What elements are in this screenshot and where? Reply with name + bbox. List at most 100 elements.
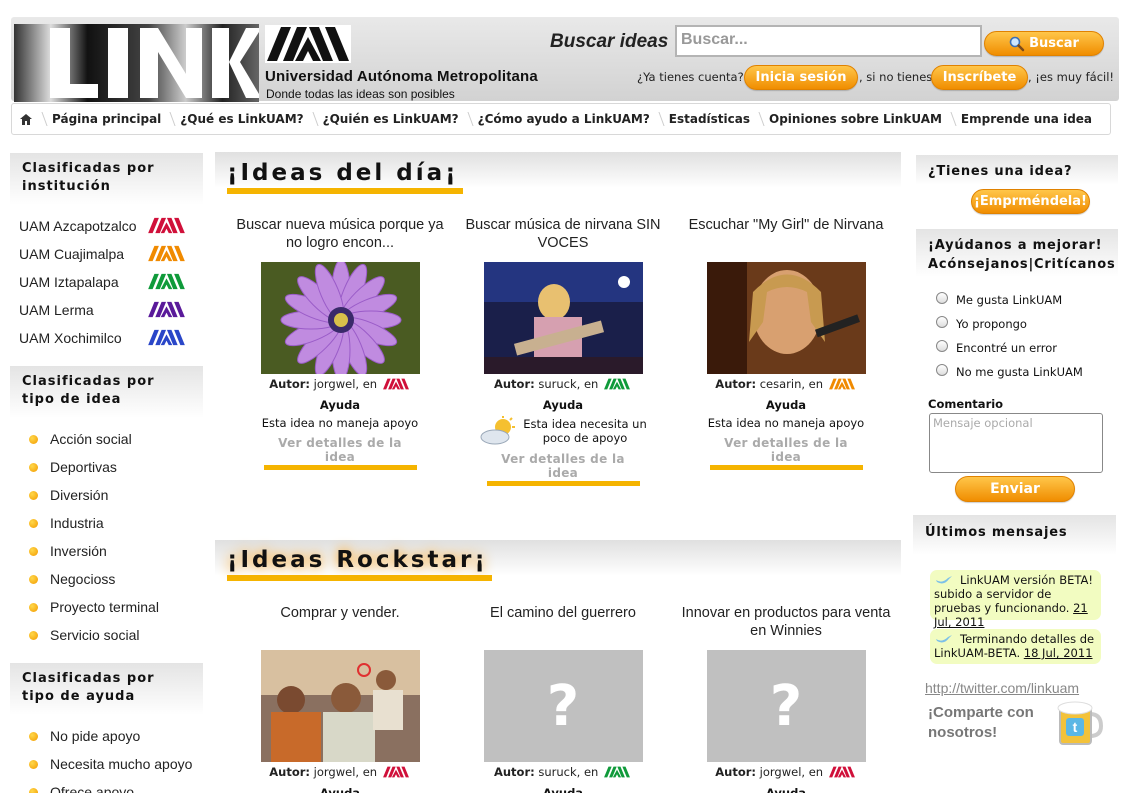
- feedback-option[interactable]: Me gusta LinkUAM: [936, 292, 1062, 307]
- idea-image[interactable]: [706, 262, 866, 374]
- uam-logo-icon: [146, 301, 187, 322]
- nav-item-what[interactable]: ¿Qué es LinkUAM?: [170, 104, 312, 134]
- twitter-link[interactable]: http://twitter.com/linkuam: [925, 680, 1079, 696]
- uam-logo: [265, 25, 351, 67]
- idea-type-item[interactable]: Inversión: [29, 537, 199, 565]
- idea-card: Buscar música de nirvana SIN VOCES Autor:…: [458, 216, 668, 486]
- author-name: suruck, en: [538, 377, 599, 391]
- link-logo[interactable]: [14, 24, 259, 102]
- feedback-option[interactable]: Yo propongo: [936, 316, 1027, 331]
- bullet-icon: [29, 759, 38, 769]
- help-type-item[interactable]: Ofrece apoyo: [29, 778, 204, 793]
- login-button[interactable]: Inicia sesión: [744, 65, 858, 90]
- bullet-icon: [29, 434, 38, 444]
- idea-help-label: Ayuda: [542, 398, 584, 412]
- ideas-day-title: ¡Ideas del día¡: [227, 158, 463, 194]
- radio-button[interactable]: [936, 340, 948, 352]
- share-line1: ¡Comparte con: [928, 704, 1034, 721]
- emprende-button[interactable]: ¡Emprméndela!: [971, 189, 1090, 214]
- idea-type-item[interactable]: Proyecto terminal: [29, 593, 199, 621]
- idea-type-label: Deportivas: [50, 459, 117, 475]
- author-label: Autor:: [493, 377, 535, 391]
- idea-type-item[interactable]: Servicio social: [29, 621, 199, 649]
- idea-type-heading: Clasificadas por tipo de idea: [10, 366, 203, 418]
- idea-title[interactable]: Comprar y vender.: [235, 604, 445, 640]
- institution-logo-icon: [381, 378, 411, 393]
- idea-card: Comprar y vender. Autor: jorgwel, en Ayud…: [235, 604, 445, 793]
- support-text: Esta idea no maneja apoyo: [261, 416, 419, 430]
- bullet-icon: [29, 546, 38, 556]
- search-button[interactable]: Buscar: [984, 31, 1104, 56]
- nav-item-emprende[interactable]: Emprende una idea: [951, 104, 1101, 134]
- page: Universidad Autónoma Metropolitana Donde…: [0, 0, 1130, 793]
- idea-image[interactable]: [260, 262, 420, 374]
- idea-details-link[interactable]: Ver detalles de la idea: [709, 436, 863, 470]
- idea-help-label: Ayuda: [542, 786, 584, 793]
- help-type-label: Ofrece apoyo: [50, 784, 135, 793]
- idea-type-item[interactable]: Acción social: [29, 425, 199, 453]
- comment-textarea[interactable]: Mensaje opcional: [929, 413, 1103, 473]
- idea-image[interactable]: [260, 650, 420, 762]
- tweet-item: LinkUAM versión BETA! subido a servidor …: [930, 570, 1101, 629]
- bullet-icon: [29, 574, 38, 584]
- idea-image[interactable]: ?: [706, 650, 866, 762]
- uam-logo-icon: [146, 217, 187, 238]
- idea-author: Autor: suruck, en: [458, 377, 668, 393]
- help-type-item[interactable]: No pide apoyo: [29, 722, 204, 750]
- uam-logo-icon: [146, 273, 187, 294]
- idea-author: Autor: jorgwel, en: [235, 765, 445, 781]
- send-button[interactable]: Enviar: [955, 476, 1075, 502]
- twitter-bird-icon: [936, 576, 952, 584]
- nav-item-how[interactable]: ¿Cómo ayudo a LinkUAM?: [468, 104, 659, 134]
- improve-heading-line1: ¡Ayúdanos a mejorar!: [928, 238, 1103, 253]
- idea-details-link[interactable]: Ver detalles de la idea: [263, 436, 417, 470]
- home-icon: [20, 113, 32, 125]
- nav-item-opinions[interactable]: Opiniones sobre LinkUAM: [759, 104, 951, 134]
- help-type-label: Necesita mucho apoyo: [50, 756, 193, 772]
- author-name: suruck, en: [538, 765, 599, 779]
- svg-text:?: ?: [769, 674, 801, 739]
- nav-item-stats[interactable]: Estadísticas: [659, 104, 759, 134]
- radio-button[interactable]: [936, 364, 948, 376]
- idea-type-list: Acción social Deportivas Diversión Indus…: [29, 425, 199, 649]
- nav-item-who[interactable]: ¿Quién es LinkUAM?: [313, 104, 468, 134]
- radio-button[interactable]: [936, 292, 948, 304]
- idea-title[interactable]: Buscar música de nirvana SIN VOCES: [458, 216, 668, 252]
- help-type-item[interactable]: Necesita mucho apoyo: [29, 750, 204, 778]
- share-text: ¡Comparte con nosotros!: [928, 703, 1034, 743]
- idea-type-item[interactable]: Diversión: [29, 481, 199, 509]
- institution-logo-icon: [827, 378, 857, 393]
- idea-details-link[interactable]: Ver detalles de la idea: [486, 452, 640, 486]
- feedback-option[interactable]: Encontré un error: [936, 340, 1057, 355]
- author-name: jorgwel, en: [313, 765, 378, 779]
- idea-author: Autor: suruck, en: [458, 765, 668, 781]
- idea-support: Esta idea necesita un poco de apoyo: [458, 416, 668, 446]
- idea-type-item[interactable]: Negocioss: [29, 565, 199, 593]
- option-label: No me gusta LinkUAM: [956, 365, 1083, 379]
- search-input[interactable]: Buscar...: [675, 25, 982, 57]
- breadcrumb-nav: Página principal ¿Qué es LinkUAM? ¿Quién…: [11, 103, 1111, 135]
- nav-home[interactable]: [12, 104, 42, 134]
- author-name: jorgwel, en: [313, 377, 378, 391]
- author-label: Autor:: [715, 765, 757, 779]
- feedback-option[interactable]: No me gusta LinkUAM: [936, 364, 1083, 379]
- idea-author: Autor: jorgwel, en: [681, 765, 891, 781]
- bullet-icon: [29, 602, 38, 612]
- idea-title[interactable]: Escuchar "My Girl" de Nirvana: [681, 216, 891, 252]
- search-label: Buscar ideas: [550, 31, 669, 52]
- idea-image[interactable]: [483, 262, 643, 374]
- have-account-text: ¿Ya tienes cuenta?: [637, 70, 744, 84]
- signup-button[interactable]: Inscríbete: [931, 65, 1028, 90]
- idea-title[interactable]: Buscar nueva música porque ya no logro e…: [235, 216, 445, 252]
- nav-item-home[interactable]: Página principal: [42, 104, 170, 134]
- idea-image[interactable]: ?: [483, 650, 643, 762]
- tweet-date[interactable]: 18 Jul, 2011: [1024, 646, 1093, 660]
- idea-title[interactable]: El camino del guerrero: [458, 604, 668, 640]
- radio-button[interactable]: [936, 316, 948, 328]
- idea-type-label: Inversión: [50, 543, 107, 559]
- idea-title[interactable]: Innovar en productos para venta en Winni…: [681, 604, 891, 640]
- help-type-list: No pide apoyo Necesita mucho apoyo Ofrec…: [29, 722, 204, 793]
- idea-type-item[interactable]: Industria: [29, 509, 199, 537]
- twitter-beer-icon[interactable]: t: [1057, 698, 1103, 746]
- idea-type-item[interactable]: Deportivas: [29, 453, 199, 481]
